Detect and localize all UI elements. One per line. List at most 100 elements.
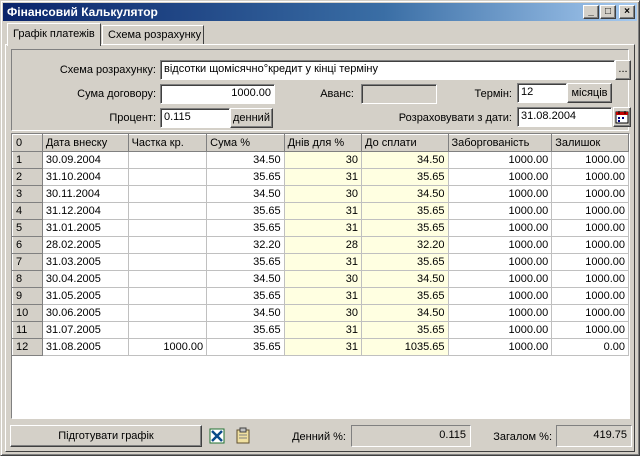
table-cell[interactable]: 1000.00 <box>551 270 629 288</box>
table-row[interactable]: 9 31.05.2005 35.65 31 35.65 1000.00 1000.00 <box>12 287 629 305</box>
copy-clipboard-button[interactable] <box>232 425 254 447</box>
amount-field[interactable]: 1000.00 <box>160 84 275 104</box>
table-cell[interactable]: 31.12.2004 <box>42 202 129 220</box>
calc-from-date-field[interactable]: 31.08.2004 <box>517 107 612 127</box>
row-index-cell[interactable]: 1 <box>12 151 43 169</box>
table-cell[interactable]: 32.20 <box>361 236 449 254</box>
column-header[interactable]: До сплати <box>361 134 449 152</box>
table-cell[interactable] <box>128 202 208 220</box>
table-cell[interactable]: 34.50 <box>206 304 285 322</box>
table-cell[interactable] <box>128 236 208 254</box>
table-cell[interactable]: 35.65 <box>361 287 449 305</box>
table-cell[interactable] <box>128 168 208 186</box>
table-cell[interactable]: 1000.00 <box>448 338 553 356</box>
table-cell[interactable]: 35.65 <box>361 253 449 271</box>
percent-field[interactable]: 0.115 <box>160 108 230 128</box>
table-row[interactable]: 10 30.06.2005 34.50 30 34.50 1000.00 1000.00 <box>12 304 629 322</box>
table-cell[interactable]: 31.05.2005 <box>42 287 129 305</box>
table-cell[interactable]: 31 <box>284 219 363 237</box>
payment-schedule-grid[interactable]: 0 Дата внеску Частка кр. Сума % Днів для % До… <box>11 133 630 419</box>
row-index-cell[interactable]: 2 <box>12 168 43 186</box>
table-cell[interactable]: 28 <box>284 236 363 254</box>
table-cell[interactable]: 31.03.2005 <box>42 253 129 271</box>
table-cell[interactable]: 31 <box>284 287 363 305</box>
table-cell[interactable]: 31.08.2005 <box>42 338 129 356</box>
table-cell[interactable]: 34.50 <box>206 151 285 169</box>
row-index-cell[interactable]: 4 <box>12 202 43 220</box>
table-row[interactable]: 8 30.04.2005 34.50 30 34.50 1000.00 1000.00 <box>12 270 629 288</box>
table-cell[interactable]: 28.02.2005 <box>42 236 129 254</box>
table-cell[interactable]: 1000.00 <box>128 338 208 356</box>
table-cell[interactable]: 34.50 <box>206 270 285 288</box>
tab-payment-schedule[interactable]: Графік платежів <box>7 23 101 46</box>
table-cell[interactable]: 1000.00 <box>551 219 629 237</box>
table-cell[interactable]: 1000.00 <box>448 304 553 322</box>
column-header[interactable]: Сума % <box>206 134 285 152</box>
title-bar[interactable]: Фінансовий Калькулятор _ □ × <box>3 3 637 21</box>
table-cell[interactable]: 35.65 <box>206 168 285 186</box>
row-index-cell[interactable]: 5 <box>12 219 43 237</box>
table-cell[interactable] <box>128 270 208 288</box>
row-index-cell[interactable]: 11 <box>12 321 43 339</box>
maximize-button[interactable]: □ <box>600 5 616 19</box>
advance-field[interactable] <box>361 84 437 104</box>
table-cell[interactable]: 1000.00 <box>551 202 629 220</box>
table-cell[interactable]: 1000.00 <box>551 151 629 169</box>
row-index-header[interactable]: 0 <box>12 134 43 152</box>
row-index-cell[interactable]: 6 <box>12 236 43 254</box>
table-cell[interactable]: 34.50 <box>361 185 449 203</box>
table-cell[interactable]: 31 <box>284 321 363 339</box>
table-cell[interactable]: 30.06.2005 <box>42 304 129 322</box>
table-cell[interactable]: 31 <box>284 202 363 220</box>
term-field[interactable]: 12 <box>517 83 567 103</box>
table-cell[interactable]: 34.50 <box>361 270 449 288</box>
table-row[interactable]: 3 30.11.2004 34.50 30 34.50 1000.00 1000.00 <box>12 185 629 203</box>
table-cell[interactable]: 1000.00 <box>448 321 553 339</box>
column-header[interactable]: Заборгованість <box>447 134 553 152</box>
export-excel-button[interactable] <box>206 425 228 447</box>
table-cell[interactable]: 30.04.2005 <box>42 270 129 288</box>
table-cell[interactable]: 35.65 <box>361 321 449 339</box>
table-row[interactable]: 11 31.07.2005 35.65 31 35.65 1000.00 1000.00 <box>12 321 629 339</box>
table-row[interactable]: 4 31.12.2004 35.65 31 35.65 1000.00 1000.00 <box>12 202 629 220</box>
table-cell[interactable] <box>128 304 208 322</box>
row-index-cell[interactable]: 7 <box>12 253 43 271</box>
table-cell[interactable]: 30 <box>284 304 363 322</box>
scheme-field[interactable]: відсотки щомісячно°кредит у кінці термін… <box>160 60 615 80</box>
table-cell[interactable]: 1000.00 <box>551 304 629 322</box>
table-cell[interactable]: 34.50 <box>361 151 449 169</box>
table-cell[interactable]: 31.01.2005 <box>42 219 129 237</box>
table-cell[interactable] <box>128 219 208 237</box>
scheme-browse-button[interactable]: ... <box>615 60 631 80</box>
row-index-cell[interactable]: 9 <box>12 287 43 305</box>
column-header[interactable]: Частка кр. <box>127 134 208 152</box>
table-cell[interactable]: 35.65 <box>361 168 449 186</box>
table-cell[interactable]: 30 <box>284 185 363 203</box>
table-cell[interactable] <box>128 287 208 305</box>
column-header[interactable]: Залишок <box>551 134 629 152</box>
table-cell[interactable]: 35.65 <box>361 202 449 220</box>
table-row[interactable]: 1 30.09.2004 34.50 30 34.50 1000.00 1000.00 <box>12 151 629 169</box>
calendar-button[interactable] <box>613 107 631 127</box>
table-cell[interactable]: 35.65 <box>206 219 285 237</box>
table-cell[interactable]: 35.65 <box>206 287 285 305</box>
column-header[interactable]: Дата внеску <box>41 134 129 152</box>
table-cell[interactable]: 30.09.2004 <box>42 151 129 169</box>
tab-calculation-scheme[interactable]: Схема розрахунку <box>102 25 204 45</box>
table-cell[interactable]: 35.65 <box>206 202 285 220</box>
table-cell[interactable]: 30 <box>284 151 363 169</box>
table-cell[interactable] <box>128 253 208 271</box>
row-index-cell[interactable]: 10 <box>12 304 43 322</box>
table-cell[interactable] <box>128 151 208 169</box>
term-unit-button[interactable]: місяців <box>567 83 612 103</box>
table-cell[interactable]: 30.11.2004 <box>42 185 129 203</box>
table-cell[interactable]: 1000.00 <box>551 321 629 339</box>
table-cell[interactable]: 35.65 <box>206 321 285 339</box>
table-cell[interactable]: 0.00 <box>551 338 629 356</box>
table-cell[interactable]: 1000.00 <box>448 236 553 254</box>
column-header[interactable]: Днів для % <box>283 134 363 152</box>
table-cell[interactable]: 1000.00 <box>448 287 553 305</box>
table-cell[interactable]: 35.65 <box>206 338 285 356</box>
table-cell[interactable]: 1000.00 <box>551 253 629 271</box>
table-cell[interactable]: 34.50 <box>361 304 449 322</box>
